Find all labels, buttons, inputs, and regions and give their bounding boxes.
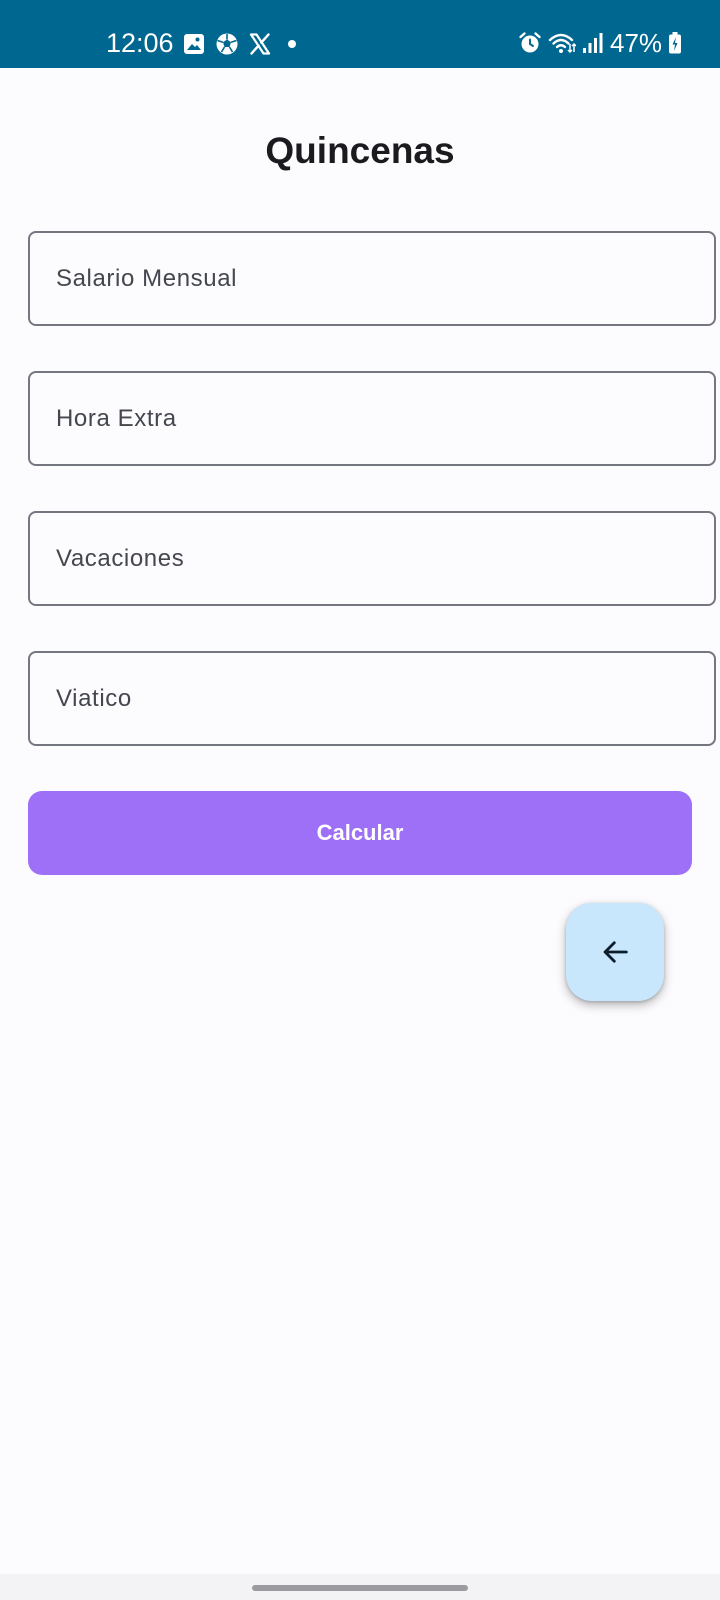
- hora-extra-label: Hora Extra: [56, 405, 177, 432]
- viatico-label: Viatico: [56, 685, 132, 712]
- notification-icons: [182, 31, 303, 57]
- signal-icon: [583, 33, 603, 53]
- soccer-ball-icon: [216, 33, 238, 55]
- system-icons: 47%: [518, 29, 682, 57]
- salario-mensual-label: Salario Mensual: [56, 265, 238, 292]
- arrow-back-icon: [603, 941, 628, 963]
- navigation-bar: [0, 1574, 720, 1600]
- vacaciones-label: Vacaciones: [56, 545, 185, 572]
- gallery-icon: [184, 34, 204, 54]
- battery-percent: 47%: [610, 28, 663, 58]
- vacaciones-field[interactable]: Vacaciones: [28, 511, 716, 606]
- page-title: Quincenas: [265, 130, 455, 171]
- battery-charging-icon: [669, 32, 682, 54]
- home-indicator[interactable]: [252, 1585, 468, 1591]
- alarm-icon: [519, 32, 541, 53]
- viatico-field[interactable]: Viatico: [28, 651, 716, 746]
- calcular-button[interactable]: Calcular: [28, 791, 692, 875]
- x-logo-icon: [249, 33, 271, 55]
- back-fab-button[interactable]: [566, 903, 664, 1001]
- salario-mensual-field[interactable]: Salario Mensual: [28, 231, 716, 326]
- dot-icon: [288, 40, 296, 48]
- status-time: 12:06: [106, 28, 174, 58]
- hora-extra-field[interactable]: Hora Extra: [28, 371, 716, 466]
- wifi-icon: [548, 33, 576, 54]
- status-bar: 12:06 47%: [0, 0, 720, 68]
